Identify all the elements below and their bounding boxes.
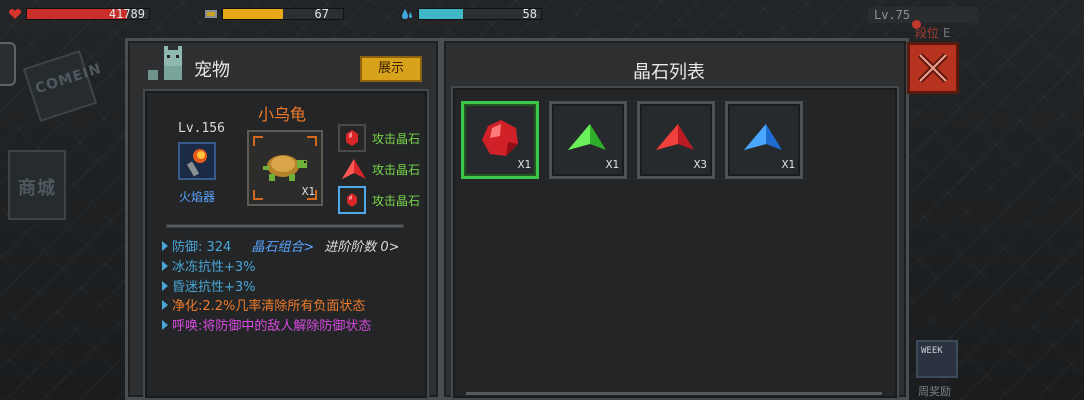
- red-crystal-icon: [346, 130, 358, 146]
- blue-shard-icon: [744, 124, 782, 150]
- weapon-slot[interactable]: [178, 142, 216, 180]
- gem-slot-2-label: 攻击晶石: [372, 162, 421, 177]
- energy-bar: 67: [204, 6, 344, 22]
- green-shard-icon: [568, 124, 606, 150]
- bullet-arrow-icon: [162, 280, 168, 291]
- stat-stun: 昏迷抗性+3%: [172, 280, 256, 295]
- stat-purify: 净化:2.2%几率清除所有负面状态: [172, 299, 366, 314]
- crystal-4-qty: X1: [781, 158, 795, 171]
- gem-combo-link[interactable]: 晶石组合>: [251, 236, 314, 255]
- stat-purify-row: 净化:2.2%几率清除所有负面状态: [162, 295, 365, 314]
- background-sign-text: COMEIN: [33, 60, 104, 98]
- energy-fill: [223, 9, 283, 19]
- gem-slot-2[interactable]: 攻击晶石: [338, 155, 420, 183]
- red-crystal-icon: [482, 120, 518, 156]
- stat-freeze: 冰冻抗性+3%: [172, 260, 256, 275]
- weapon-name: 火焰器: [179, 190, 216, 204]
- background-sign-2-text: 商城: [18, 178, 56, 199]
- cat-pet-icon: [148, 46, 182, 80]
- hp-bar: 41789: [8, 6, 150, 22]
- heart-icon: [9, 9, 21, 19]
- advance-link[interactable]: 进阶阶数 0>: [324, 236, 399, 255]
- background-sign-2: 商城: [8, 150, 66, 220]
- pet-header-icon: [146, 44, 188, 84]
- show-button[interactable]: 展示: [360, 56, 422, 82]
- gem-slot-3-frame: [338, 186, 366, 214]
- rank-indicator[interactable]: 段位 E: [915, 24, 950, 41]
- rank-value: E: [942, 26, 951, 40]
- crystal-2-qty: X1: [605, 158, 619, 171]
- weekly-reward-label: 周奖励: [918, 385, 951, 398]
- crystal-slot-3[interactable]: X3: [637, 101, 715, 179]
- weekly-reward-icon[interactable]: WEEK: [916, 340, 958, 378]
- menu-hexagon-icon[interactable]: [0, 42, 16, 86]
- shield-icon: [205, 10, 217, 18]
- turtle-icon: [263, 155, 307, 181]
- gem-slot-2-frame: [338, 155, 366, 183]
- player-level: Lv.75: [868, 7, 978, 23]
- energy-value: 67: [314, 7, 329, 21]
- stat-summon-row: 呼唤:将防御中的敌人解除防御状态: [162, 315, 371, 334]
- gem-slot-1-label: 攻击晶石: [372, 131, 421, 146]
- bullet-arrow-icon: [162, 319, 168, 330]
- rank-prefix: 段位: [915, 26, 940, 40]
- crystal-panel-title: 晶石列表: [633, 62, 705, 83]
- pet-level: Lv.156: [178, 121, 225, 136]
- crystal-3-qty: X3: [693, 158, 707, 171]
- crystal-slot-1[interactable]: X1: [461, 101, 539, 179]
- bullet-arrow-icon: [162, 240, 168, 251]
- red-shard-icon: [342, 159, 366, 179]
- mana-fill: [419, 9, 463, 19]
- stat-stun-row: 昏迷抗性+3%: [162, 276, 256, 295]
- gem-slot-1-frame: [338, 124, 366, 152]
- pet-quantity: X1: [301, 185, 315, 198]
- crystal-slot-2[interactable]: X1: [549, 101, 627, 179]
- fire-torch-icon: [186, 149, 207, 177]
- gem-slot-3-label: 攻击晶石: [372, 193, 421, 208]
- pet-name: 小乌龟: [258, 105, 307, 124]
- stat-defense: 防御: 324: [172, 240, 232, 255]
- bullet-arrow-icon: [162, 299, 168, 310]
- crystal-slot-4[interactable]: X1: [725, 101, 803, 179]
- gem-slot-3[interactable]: 攻击晶石: [338, 186, 420, 214]
- pet-slot[interactable]: X1: [247, 130, 323, 206]
- red-shard-icon: [656, 124, 694, 150]
- stat-summon: 呼唤:将防御中的敌人解除防御状态: [172, 319, 372, 334]
- bullet-arrow-icon: [162, 260, 168, 271]
- stat-freeze-row: 冰冻抗性+3%: [162, 256, 256, 275]
- pet-panel-title: 宠物: [194, 60, 230, 81]
- weekly-icon-text: WEEK: [921, 346, 943, 356]
- red-crystal-icon: [347, 193, 357, 207]
- stats-divider: [166, 224, 404, 228]
- mana-value: 58: [522, 7, 537, 21]
- gem-slot-1[interactable]: 攻击晶石: [338, 124, 420, 152]
- stat-defense-row: 防御: 324 晶石组合> 进阶阶数 0>: [162, 236, 400, 255]
- crystal-scroll-track[interactable]: [466, 392, 882, 395]
- mana-bar: 58: [400, 6, 542, 22]
- water-drop-icon: [402, 9, 412, 19]
- close-button[interactable]: [907, 42, 959, 94]
- crystal-1-qty: X1: [517, 158, 531, 171]
- close-icon: [917, 52, 949, 84]
- hp-value: 41789: [108, 7, 145, 21]
